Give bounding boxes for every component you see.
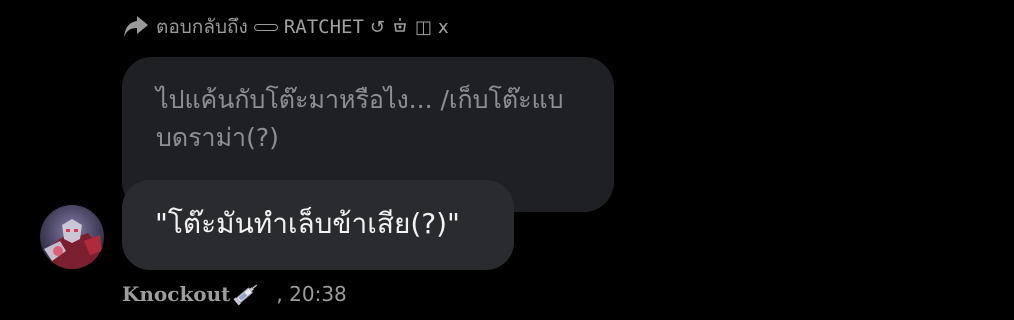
pot-icon: [391, 16, 409, 39]
reply-name-glyph-4: x: [438, 16, 449, 38]
message-time: , 20:38: [276, 282, 346, 306]
time-value: 20:38: [289, 282, 347, 306]
reply-name-glyph-1: ↺: [369, 16, 385, 38]
reply-arrow-icon: [122, 14, 150, 40]
reply-label: ตอบกลับถึง: [156, 16, 248, 38]
reply-name-glyph-3: ◫: [414, 16, 432, 38]
message-meta: Knockout , 20:38: [122, 280, 347, 308]
dash-icon: [253, 23, 278, 31]
sender-name[interactable]: Knockout: [122, 282, 230, 306]
message-bubble[interactable]: "โต๊ะมันทำเล็บข้าเสีย(?)": [122, 180, 514, 270]
message-text: "โต๊ะมันทำเล็บข้าเสีย(?)": [155, 207, 460, 240]
avatar[interactable]: [40, 205, 104, 269]
reply-target-name[interactable]: RATCHET: [284, 16, 364, 38]
quoted-message-text: ไปแค้นกับโต๊ะมาหรือไง... /เก็บโต๊ะแบบดรา…: [156, 85, 564, 152]
syringe-icon: [232, 282, 260, 306]
avatar-image: [40, 205, 104, 269]
meta-separator: ,: [276, 282, 283, 306]
reply-reference[interactable]: ตอบกลับถึง RATCHET ↺ ◫ x: [122, 12, 449, 42]
